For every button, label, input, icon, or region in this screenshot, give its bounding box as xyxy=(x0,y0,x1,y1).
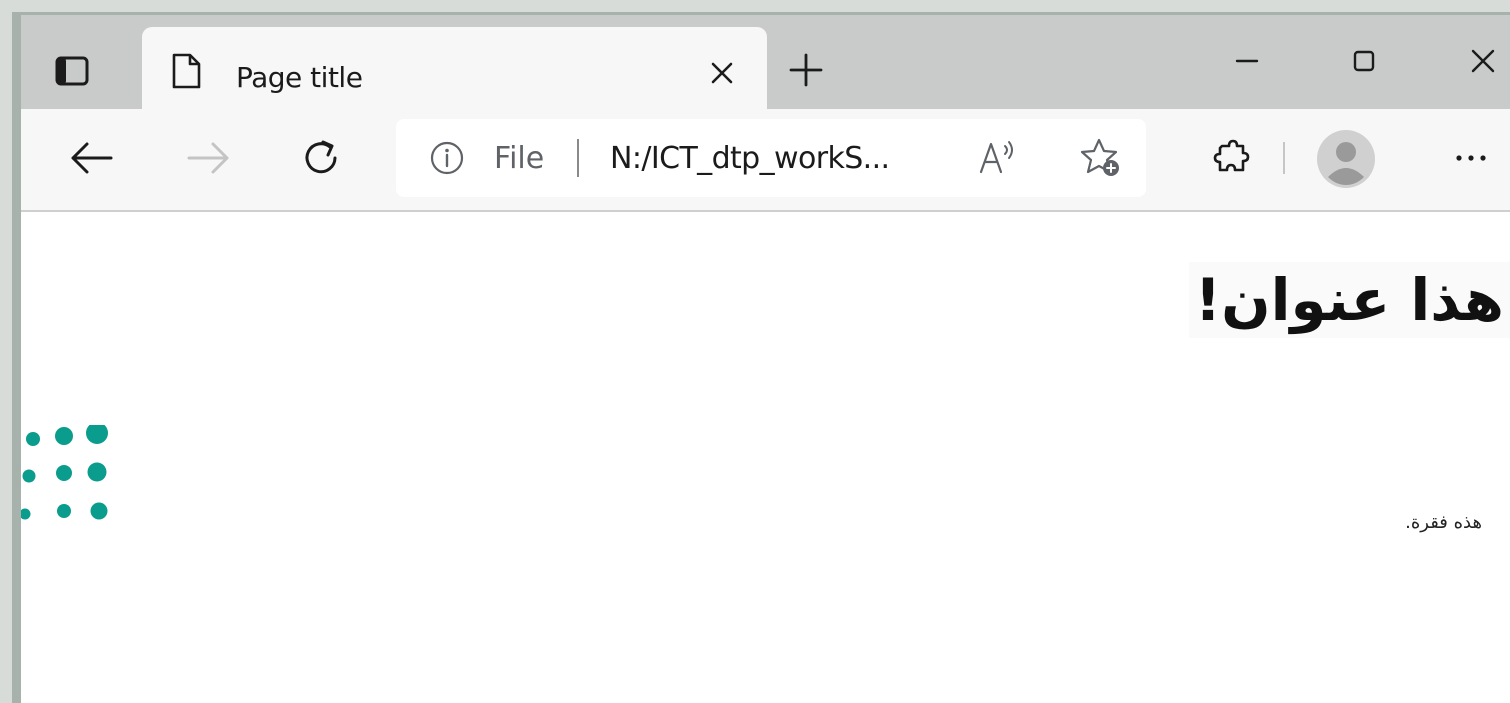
toolbar-divider xyxy=(1283,142,1285,174)
tab-actions-icon xyxy=(55,56,89,86)
page-paragraph: هذه فقرة. xyxy=(1405,512,1482,533)
extensions-icon xyxy=(1213,139,1250,172)
profile-avatar-icon xyxy=(1317,130,1375,188)
more-button[interactable] xyxy=(1443,130,1499,186)
new-tab-button[interactable] xyxy=(781,45,831,95)
tab-close-button[interactable] xyxy=(702,53,742,93)
maximize-icon xyxy=(1353,50,1375,72)
page-icon xyxy=(172,53,201,89)
forward-arrow-icon xyxy=(187,142,229,174)
close-icon xyxy=(711,62,733,84)
browser-window: Page title File N:/ICT_dtp_workS... هذا … xyxy=(12,12,1510,703)
minimize-button[interactable] xyxy=(1217,37,1277,85)
address-url[interactable]: N:/ICT_dtp_workS... xyxy=(610,141,890,176)
forward-button[interactable] xyxy=(181,130,237,186)
address-divider xyxy=(577,139,579,177)
add-favorite-button[interactable] xyxy=(1078,135,1124,181)
page-heading: هذا عنوان! xyxy=(1188,262,1510,338)
info-icon[interactable] xyxy=(430,141,464,175)
back-button[interactable] xyxy=(63,130,119,186)
read-aloud-icon xyxy=(979,141,1013,174)
profile-button[interactable] xyxy=(1315,128,1377,190)
more-icon xyxy=(1456,155,1486,161)
favorite-add-icon xyxy=(1080,138,1119,176)
address-scheme-label: File xyxy=(494,141,545,176)
refresh-icon xyxy=(305,140,337,174)
logo-dots-icon xyxy=(21,425,108,520)
navigation-toolbar: File N:/ICT_dtp_workS... xyxy=(21,109,1510,212)
maximize-button[interactable] xyxy=(1334,37,1394,85)
address-bar[interactable]: File N:/ICT_dtp_workS... xyxy=(396,119,1146,197)
refresh-button[interactable] xyxy=(293,130,349,186)
minimize-icon xyxy=(1235,59,1259,63)
close-window-button[interactable] xyxy=(1453,37,1510,85)
read-aloud-button[interactable] xyxy=(976,135,1022,181)
tab-title: Page title xyxy=(236,61,363,94)
tab-strip: Page title xyxy=(21,15,1510,111)
plus-icon xyxy=(789,53,823,87)
extensions-button[interactable] xyxy=(1204,130,1260,186)
back-arrow-icon xyxy=(71,142,113,174)
page-content: هذا عنوان! هذه فقرة. xyxy=(21,212,1510,703)
tab-actions-button[interactable] xyxy=(41,41,103,101)
close-icon xyxy=(1471,49,1495,73)
active-tab[interactable]: Page title xyxy=(142,27,767,111)
